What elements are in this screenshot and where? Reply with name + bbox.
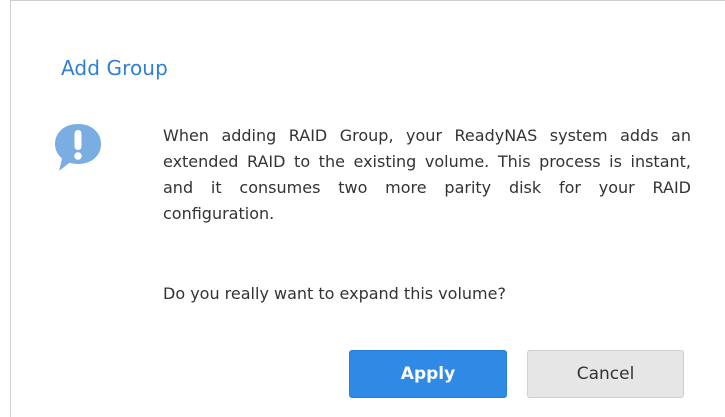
info-speech-bubble-icon xyxy=(53,122,103,174)
cancel-button[interactable]: Cancel xyxy=(527,350,684,398)
dialog-title: Add Group xyxy=(61,56,168,80)
add-group-dialog: Add Group When adding RAID Group, your R… xyxy=(10,0,725,417)
confirm-question: Do you really want to expand this volume… xyxy=(163,284,506,303)
apply-button[interactable]: Apply xyxy=(349,350,507,398)
dialog-message: When adding RAID Group, your ReadyNAS sy… xyxy=(163,126,691,223)
